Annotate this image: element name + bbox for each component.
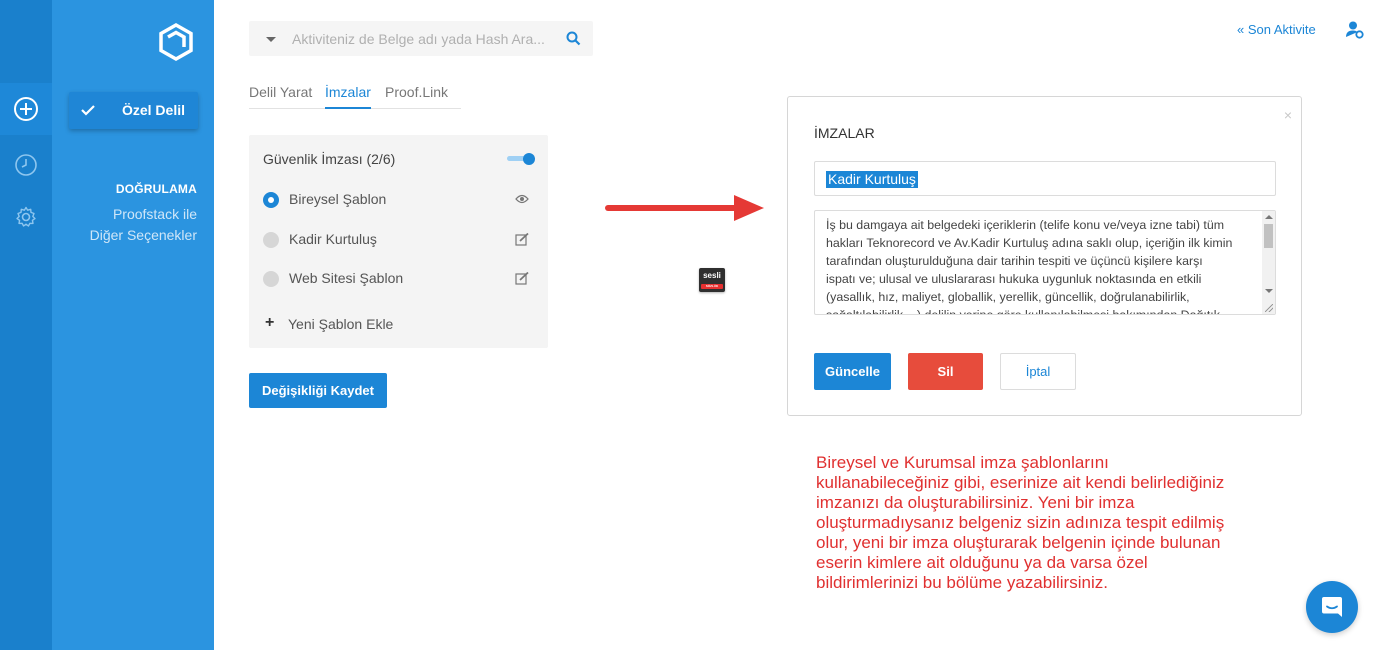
edit-icon[interactable] — [515, 233, 529, 246]
sesli-sozluk-badge[interactable]: sesli SÖZLÜK — [699, 268, 725, 292]
ozel-delil-label: Özel Delil — [121, 102, 185, 118]
proofstack-link-line2[interactable]: Diğer Seçenekler — [90, 227, 197, 243]
edit-icon[interactable] — [515, 272, 529, 285]
logo-icon[interactable] — [156, 22, 196, 62]
annotation-line: imzanızı da oluşturabilirsiniz. Yeni bir… — [816, 493, 1135, 512]
icon-rail — [0, 0, 52, 650]
annotation-line: Bireysel ve Kurumsal imza şablonlarını — [816, 453, 1109, 472]
ozel-delil-button[interactable]: Özel Delil — [69, 92, 198, 129]
search-input[interactable] — [292, 21, 552, 56]
template-item-bireysel[interactable]: Bireysel Şablon — [263, 189, 535, 211]
plus-circle-icon — [14, 97, 38, 121]
save-changes-button[interactable]: Değişikliği Kaydet — [249, 373, 387, 408]
recent-activity-link[interactable]: « Son Aktivite — [1237, 22, 1316, 37]
chevron-down-icon[interactable] — [266, 37, 276, 42]
proofstack-link-line1[interactable]: Proofstack ile — [113, 206, 197, 222]
text-line: İş bu damgaya ait belgedeki içeriklerin … — [826, 218, 1225, 232]
scroll-down-icon[interactable] — [1265, 289, 1273, 293]
arrow-annotation — [605, 195, 764, 221]
signature-card: Güvenlik İmzası (2/6) Bireysel Şablon Ka… — [249, 135, 548, 348]
signature-name-value: Kadir Kurtuluş — [826, 171, 918, 188]
toggle-knob — [523, 153, 535, 165]
badge-text: sesli — [703, 271, 721, 280]
annotation-line: oluşturmadıysanız belgeniz sizin adınıza… — [816, 513, 1225, 532]
delete-button[interactable]: Sil — [908, 353, 983, 390]
search-icon[interactable] — [566, 31, 581, 46]
check-icon — [81, 105, 95, 116]
settings-rail-button[interactable] — [0, 191, 52, 243]
new-proof-rail-button[interactable] — [0, 83, 52, 135]
tab-proof-link[interactable]: Proof.Link — [385, 84, 448, 109]
text-line: hakları Teknorecord ve Av.Kadir Kurtuluş… — [826, 236, 1233, 250]
badge-subtext: SÖZLÜK — [701, 284, 723, 289]
text-line: tarafından oluşturulduğuna dair tarihin … — [826, 254, 1203, 268]
close-icon[interactable]: × — [1284, 107, 1292, 123]
resize-grip-icon[interactable] — [1265, 304, 1273, 312]
signature-text: İş bu damgaya ait belgedeki içeriklerin … — [826, 216, 1258, 315]
textarea-scrollbar[interactable] — [1262, 211, 1275, 314]
annotation-line: olur, yeni bir imza oluşturarak belgenin… — [816, 533, 1221, 552]
security-signature-toggle[interactable] — [507, 153, 535, 165]
signature-text-area[interactable]: İş bu damgaya ait belgedeki içeriklerin … — [814, 210, 1276, 315]
annotation-line: kullanabileceğiniz gibi, eserinize ait k… — [816, 473, 1225, 492]
scroll-thumb[interactable] — [1264, 224, 1273, 248]
gear-icon — [16, 206, 36, 227]
history-rail-button[interactable] — [0, 139, 52, 191]
template-label: Bireysel Şablon — [289, 191, 387, 207]
radio-unselected[interactable] — [263, 271, 279, 287]
modal-title: İMZALAR — [814, 125, 875, 141]
text-line: ispatı ve; ulusal ve uluslararası hukuka… — [826, 272, 1202, 286]
eye-icon[interactable] — [515, 193, 529, 205]
user-settings-icon[interactable] — [1345, 20, 1365, 40]
signature-name-field[interactable]: Kadir Kurtuluş — [814, 161, 1276, 196]
tab-imzalar[interactable]: İmzalar — [325, 84, 371, 109]
add-template-label: Yeni Şablon Ekle — [288, 316, 394, 332]
signatures-modal: × İMZALAR Kadir Kurtuluş İş bu damgaya a… — [787, 96, 1302, 416]
chat-launcher-button[interactable] — [1306, 581, 1358, 633]
annotation-text: Bireysel ve Kurumsal imza şablonlarını k… — [816, 453, 1256, 593]
clock-icon — [15, 154, 37, 176]
tab-delil-yarat[interactable]: Delil Yarat — [249, 84, 312, 109]
app-root: Özel Delil DOĞRULAMA Proofstack ile Diğe… — [0, 0, 1375, 650]
template-label: Kadir Kurtuluş — [289, 231, 377, 247]
scroll-up-icon[interactable] — [1265, 215, 1273, 219]
tab-bar: Delil Yarat İmzalar Proof.Link — [249, 84, 461, 109]
template-item-web[interactable]: Web Sitesi Şablon — [263, 268, 535, 290]
radio-selected[interactable] — [263, 192, 279, 208]
cancel-button[interactable]: İptal — [1000, 353, 1076, 390]
text-line: sağaltılabilirlik,...) delilin yerine gö… — [826, 308, 1220, 315]
annotation-line: eserin kimlere ait olduğunu ya da varsa … — [816, 553, 1148, 572]
radio-unselected[interactable] — [263, 232, 279, 248]
chat-icon — [1322, 597, 1342, 617]
plus-icon: + — [265, 314, 275, 331]
annotation-line: bildirimlerinizi bu bölüme yazabilirsini… — [816, 573, 1108, 592]
search-bar — [249, 21, 593, 56]
signature-card-title: Güvenlik İmzası (2/6) — [263, 151, 396, 167]
template-item-kadir[interactable]: Kadir Kurtuluş — [263, 229, 535, 251]
template-label: Web Sitesi Şablon — [289, 270, 404, 286]
text-line: (yasallık, hız, maliyet, globallik, yere… — [826, 290, 1190, 304]
side-panel: Özel Delil DOĞRULAMA Proofstack ile Diğe… — [52, 0, 214, 650]
update-button[interactable]: Güncelle — [814, 353, 891, 390]
verification-section-title: DOĞRULAMA — [115, 182, 197, 196]
